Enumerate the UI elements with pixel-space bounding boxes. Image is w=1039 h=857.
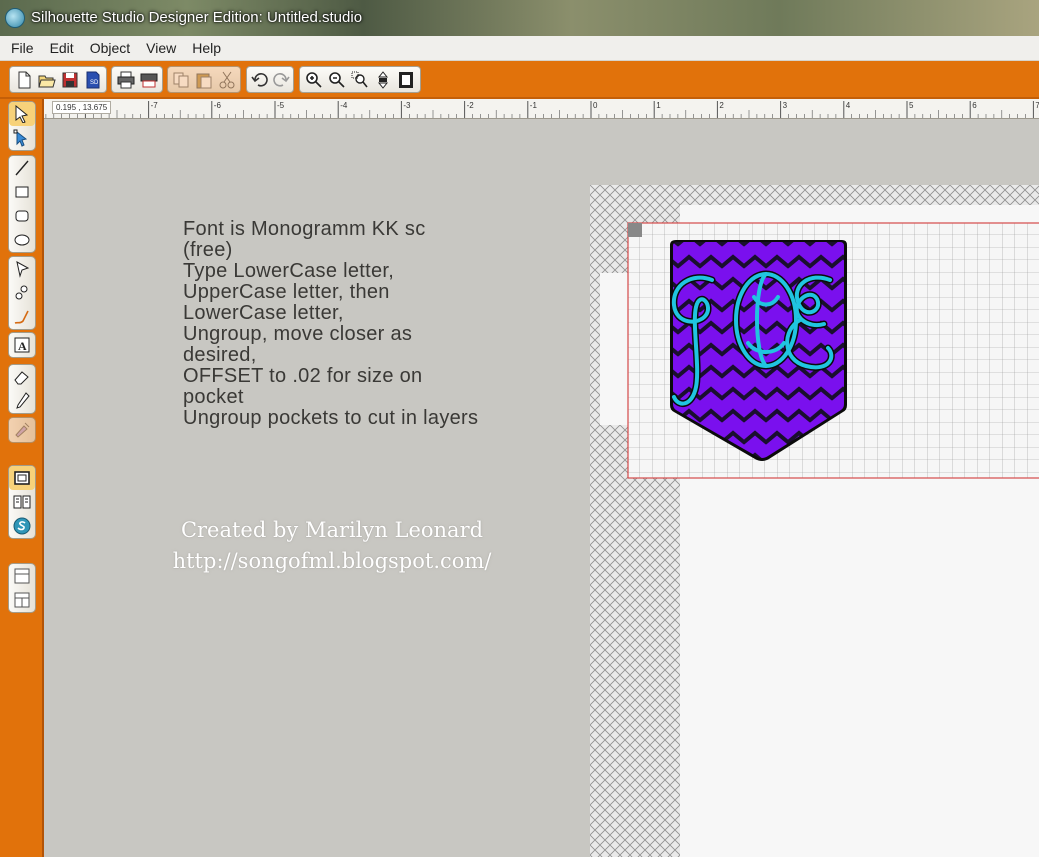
ellipse-tool-icon[interactable] (9, 228, 35, 252)
point-edit-icon[interactable] (9, 126, 35, 150)
path-tools-group (8, 256, 36, 330)
note-line: OFFSET to .02 for size on (183, 365, 423, 387)
zoom-select-icon[interactable] (349, 69, 370, 91)
shape-tools-group (8, 155, 36, 253)
ruler-label: 2 (719, 101, 724, 110)
pan-icon[interactable] (373, 69, 394, 91)
note-line: Font is Monogramm KK sc (183, 218, 426, 240)
silhouette-store-icon[interactable] (9, 514, 35, 538)
curve-tool-icon[interactable] (9, 281, 35, 305)
ruler-label: 1 (656, 101, 661, 110)
note-line: Ungroup, move closer as (183, 323, 413, 345)
tools-sidebar: A (0, 99, 44, 857)
file-toolbar-group: SD (9, 66, 107, 93)
menu-bar: File Edit Object View Help (0, 36, 1039, 61)
note-line: pocket (183, 386, 244, 408)
silhouette-logo-icon (5, 8, 25, 28)
svg-text:SD: SD (90, 80, 99, 86)
cutting-mat[interactable] (590, 185, 1039, 857)
undo-icon[interactable] (250, 69, 269, 91)
cutting-mat-graphic (590, 185, 1039, 857)
window-title: Silhouette Studio Designer Edition: Unti… (31, 9, 363, 26)
ruler-label: -5 (277, 101, 285, 110)
panel-split-icon[interactable] (9, 588, 35, 612)
credit-watermark: Created by Marilyn Leonard http://songof… (152, 515, 512, 577)
history-toolbar-group (246, 66, 294, 93)
ruler-label: 5 (909, 101, 914, 110)
polygon-tool-icon[interactable] (9, 257, 35, 281)
save-icon[interactable] (59, 69, 80, 91)
knife-tool-icon[interactable] (9, 389, 35, 413)
note-line: (free) (183, 239, 233, 261)
cursor-coordinates: 0.195 , 13.675 (52, 101, 112, 114)
ruler-label: -4 (340, 101, 348, 110)
eraser-tool-icon[interactable] (9, 365, 35, 389)
fill-color-icon[interactable] (9, 418, 35, 442)
main-toolbar: SD (0, 61, 1039, 99)
ruler-label: -2 (467, 101, 475, 110)
instruction-text: Font is Monogramm KK sc (free) Type Lowe… (183, 219, 478, 429)
selection-tools-group (8, 101, 36, 151)
menu-help[interactable]: Help (184, 40, 229, 56)
horizontal-ruler[interactable]: -7 -6 -5 -4 -3 -2 -1 0 1 2 3 4 5 6 7 0.195 , 13.675 (44, 99, 1039, 119)
rounded-rectangle-tool-icon[interactable] (9, 204, 35, 228)
zoom-in-icon[interactable] (303, 69, 324, 91)
svg-text:A: A (18, 339, 27, 353)
design-canvas[interactable]: Font is Monogramm KK sc (free) Type Lowe… (44, 119, 1039, 857)
fit-page-icon[interactable] (396, 69, 417, 91)
ruler-label: 6 (972, 101, 977, 110)
select-arrow-icon[interactable] (9, 102, 35, 126)
menu-file[interactable]: File (3, 40, 42, 56)
view-tools-group (8, 563, 36, 613)
panel-single-icon[interactable] (9, 564, 35, 588)
menu-edit[interactable]: Edit (42, 40, 82, 56)
ruler-label: -7 (151, 101, 159, 110)
credit-url: http://songofml.blogspot.com/ (172, 549, 492, 573)
ruler-label: -3 (403, 101, 411, 110)
ruler-label: 3 (783, 101, 788, 110)
menu-object[interactable]: Object (82, 40, 138, 56)
edit-tools-group (8, 364, 36, 414)
zoom-out-icon[interactable] (326, 69, 347, 91)
clipboard-toolbar-group (167, 66, 241, 93)
ruler-label: -6 (214, 101, 222, 110)
rectangle-tool-icon[interactable] (9, 180, 35, 204)
ruler-ticks: -7 -6 -5 -4 -3 -2 -1 0 1 2 3 4 5 6 7 (45, 101, 1039, 118)
fill-tools-group (8, 417, 36, 443)
ruler-label: -1 (530, 101, 538, 110)
text-tool-icon[interactable]: A (9, 333, 35, 357)
ruler-label: 7 (1035, 101, 1039, 110)
note-line: Ungroup pockets to cut in layers (183, 407, 479, 429)
note-line: desired, (183, 344, 257, 366)
freehand-tool-icon[interactable] (9, 305, 35, 329)
note-line: LowerCase letter, (183, 302, 344, 324)
menu-view[interactable]: View (138, 40, 184, 56)
new-document-icon[interactable] (13, 69, 34, 91)
print-icon[interactable] (115, 69, 136, 91)
text-tools-group: A (8, 332, 36, 358)
note-line: UpperCase letter, then (183, 281, 390, 303)
ruler-label: 4 (846, 101, 851, 110)
paste-icon[interactable] (194, 69, 215, 91)
copy-icon[interactable] (171, 69, 192, 91)
panel-tools-group (8, 465, 36, 539)
print-toolbar-group (111, 66, 163, 93)
cut-icon[interactable] (216, 69, 237, 91)
line-tool-icon[interactable] (9, 156, 35, 180)
ruler-label: 0 (593, 101, 598, 110)
note-line: Type LowerCase letter, (183, 260, 395, 282)
zoom-toolbar-group (299, 66, 421, 93)
title-bar: Silhouette Studio Designer Edition: Unti… (0, 0, 1039, 36)
redo-icon[interactable] (271, 69, 290, 91)
page-setup-icon[interactable] (9, 466, 35, 490)
print-cut-icon[interactable] (138, 69, 159, 91)
credit-author: Created by Marilyn Leonard (180, 518, 484, 542)
library-icon[interactable] (9, 490, 35, 514)
save-to-sd-icon[interactable]: SD (82, 69, 103, 91)
open-icon[interactable] (36, 69, 57, 91)
